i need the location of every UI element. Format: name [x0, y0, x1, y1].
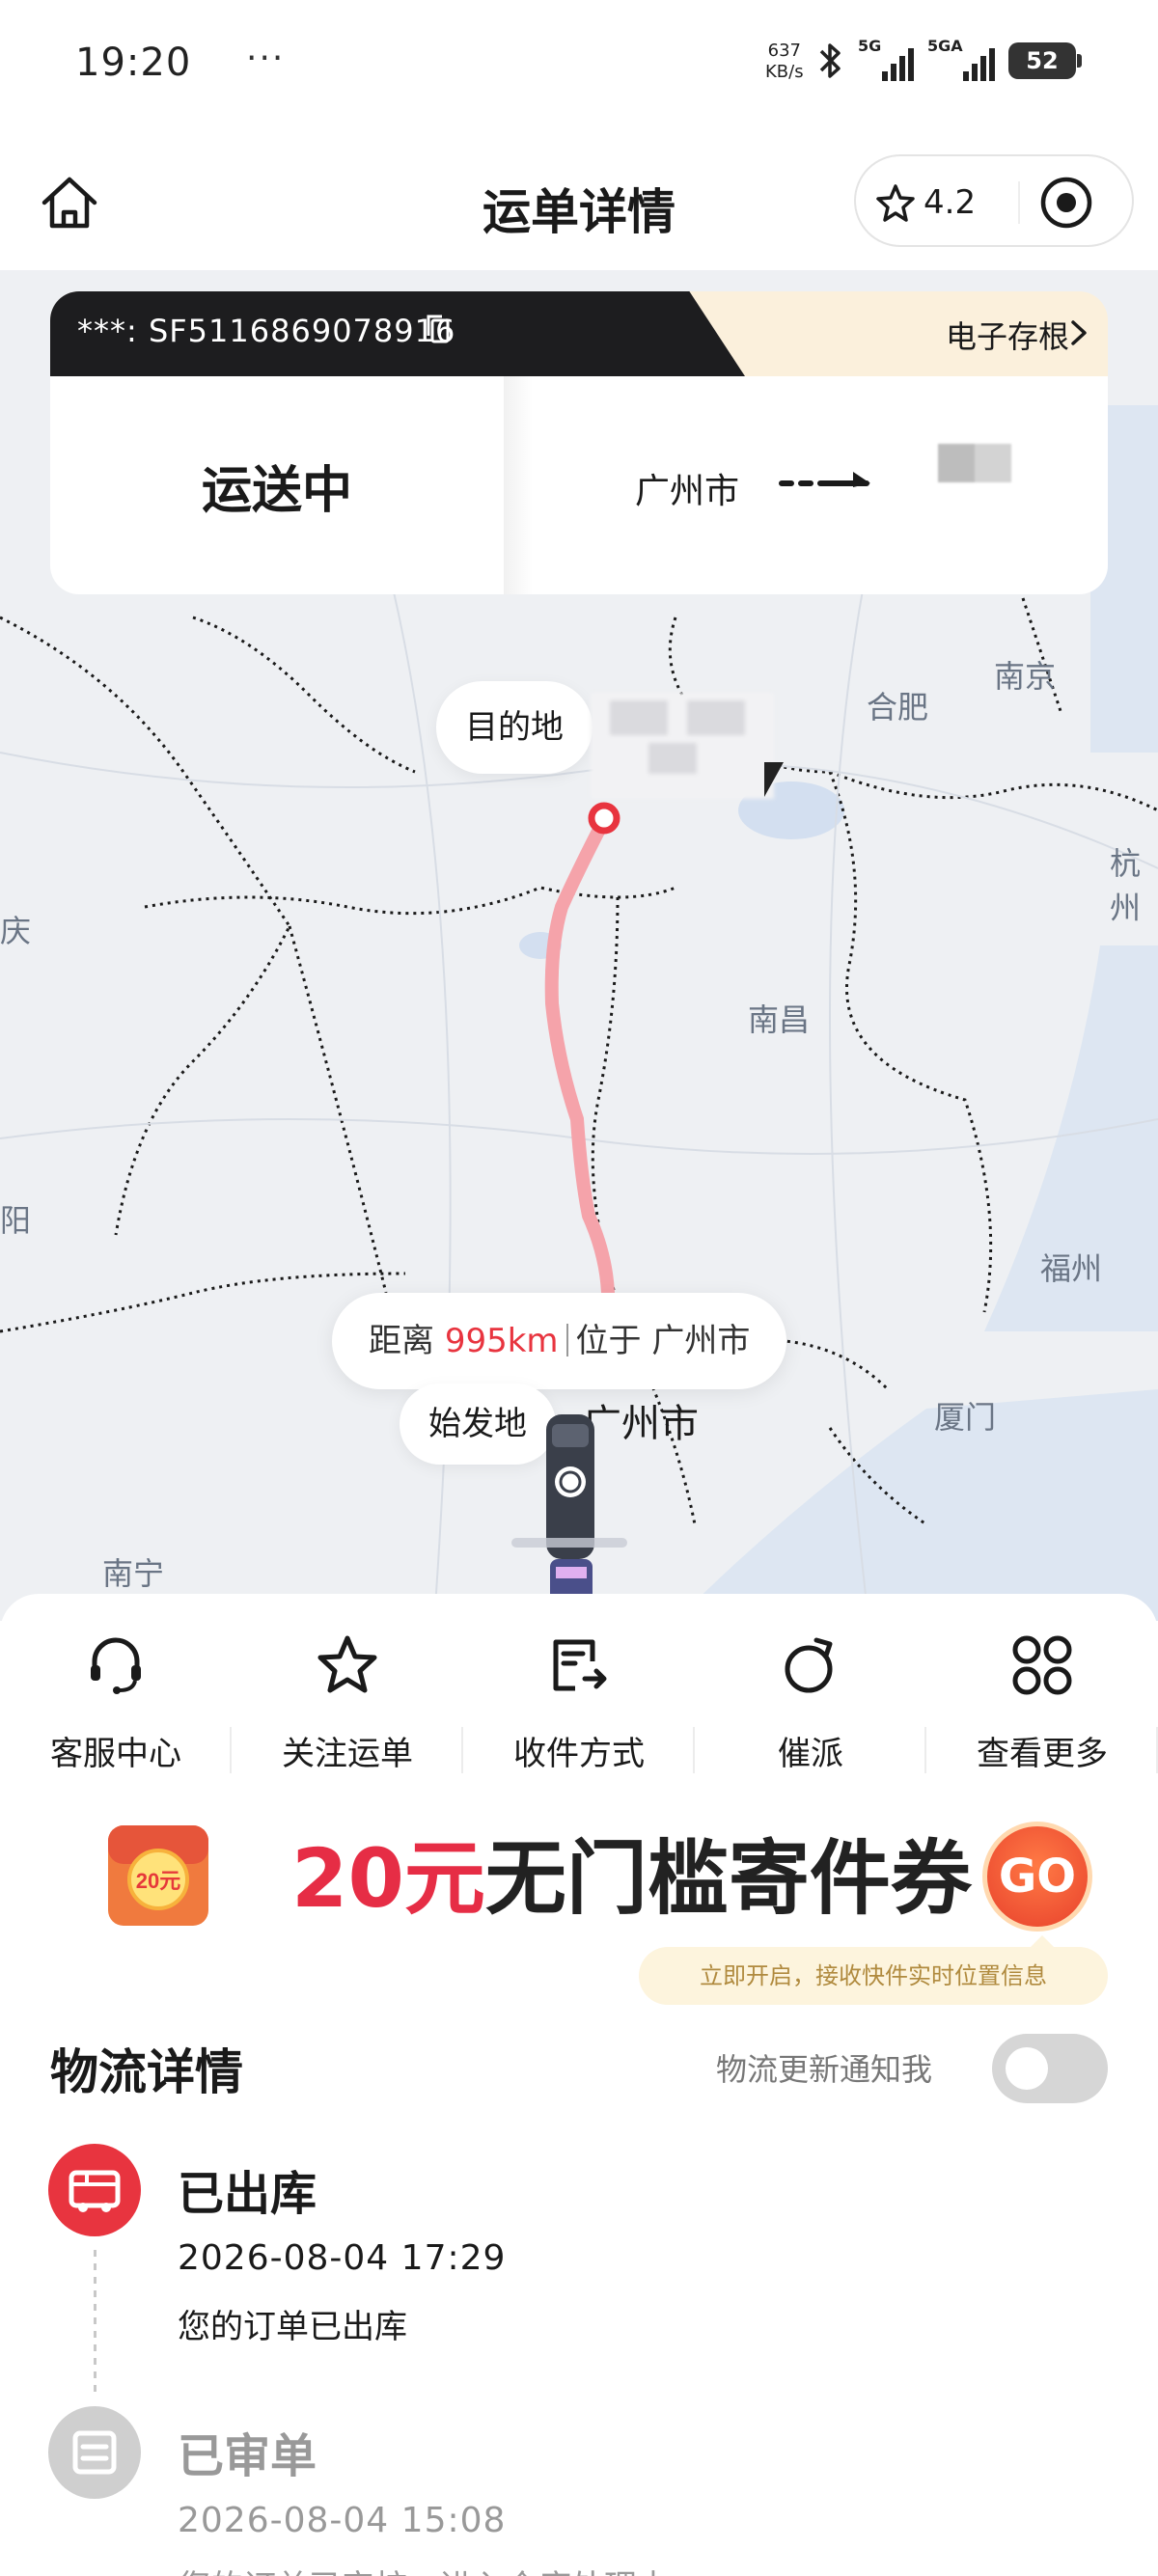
destination-marker-tail [764, 762, 784, 797]
coupon-icon: 20元 [108, 1825, 208, 1926]
card-divider [504, 376, 533, 594]
action-label: 查看更多 [977, 1735, 1108, 1773]
notify-tooltip: 立即开启，接收快件实时位置信息 [639, 1935, 1108, 2005]
distance-bubble: 距离 995km 位于 广州市 [332, 1293, 787, 1389]
courier-truck-icon [511, 1414, 627, 1603]
distance-value: 995km [444, 1322, 559, 1360]
star-icon [317, 1635, 377, 1693]
electronic-stub-link[interactable]: 电子存根 [946, 313, 1069, 357]
action-label: 收件方式 [513, 1735, 645, 1773]
destination-label: 目的地 [436, 681, 593, 774]
document-icon [72, 2430, 117, 2475]
distance-prefix: 距离 [369, 1322, 434, 1360]
shipment-status: 运送中 [201, 461, 352, 520]
timeline-connector [94, 2250, 96, 2395]
headset-icon [91, 1637, 141, 1694]
delivery-method-button[interactable]: 收件方式 [463, 1632, 695, 1787]
event-time: 2026-08-04 15:08 [178, 2501, 507, 2540]
truck-icon [69, 2170, 121, 2212]
follow-waybill-button[interactable]: 关注运单 [232, 1632, 463, 1787]
event-description: 您的订单已审核，进入仓库处理中 [178, 2561, 670, 2576]
route-arrow-icon [779, 472, 870, 487]
origin-city: 广州市 [635, 472, 740, 511]
view-more-button[interactable]: 查看更多 [926, 1632, 1158, 1787]
event-time: 2026-08-04 17:29 [178, 2238, 507, 2278]
waybill-body: 运送中 广州市 [50, 376, 1108, 594]
go-button[interactable]: GO [982, 1822, 1092, 1932]
more-grid-icon [1012, 1635, 1072, 1695]
action-label: 关注运单 [282, 1735, 413, 1773]
timeline-node-active [48, 2144, 141, 2236]
bottom-sheet: 客服中心 关注运单 收件方式 催派 查看更多 20元 20元无门槛寄件券 GO … [0, 1594, 1158, 2576]
coupon-badge-text: 20元 [136, 1869, 180, 1893]
timer-icon [785, 1637, 833, 1693]
chevron-right-icon [1071, 320, 1087, 345]
coupon-description: 无门槛寄件券 [484, 1831, 972, 1926]
event-status: 已审单 [178, 2429, 317, 2483]
destination-name-redacted [591, 693, 774, 799]
coupon-amount: 20元 [291, 1831, 485, 1926]
action-label: 客服中心 [50, 1735, 181, 1773]
waybill-number-bar: ***: SF5116869078916 [50, 291, 745, 376]
coupon-text: 20元无门槛寄件券 [291, 1825, 972, 1932]
customer-service-button[interactable]: 客服中心 [0, 1632, 232, 1787]
action-label: 催派 [778, 1735, 843, 1773]
destination-pin-icon [588, 802, 620, 835]
delivery-method-icon [553, 1639, 607, 1691]
timeline-node-past [48, 2406, 141, 2499]
urge-delivery-button[interactable]: 催派 [695, 1632, 926, 1787]
notify-label: 物流更新通知我 [716, 2051, 933, 2088]
location-city: 广州市 [651, 1322, 751, 1360]
location-prefix: 位于 [575, 1322, 642, 1360]
copy-icon[interactable] [425, 313, 452, 347]
waybill-number: ***: SF5116869078916 [77, 313, 456, 349]
waybill-header: ***: SF5116869078916 电子存根 [50, 291, 1108, 376]
route-line [544, 802, 620, 1300]
waybill-card: ***: SF5116869078916 电子存根 运送中 广州市 [50, 291, 1108, 594]
distance-separator [565, 1324, 568, 1357]
event-status: 已出库 [178, 2167, 317, 2221]
event-description: 您的订单已出库 [178, 2308, 407, 2346]
logistics-title: 物流详情 [50, 2044, 243, 2100]
logistics-timeline: 已出库 2026-08-04 17:29 您的订单已出库 已审单 2026-08… [0, 2144, 1158, 2576]
action-bar: 客服中心 关注运单 收件方式 催派 查看更多 [0, 1632, 1158, 1787]
toggle-knob [1006, 2047, 1048, 2090]
destination-city-redacted [938, 444, 1011, 482]
notify-toggle[interactable] [992, 2034, 1108, 2103]
coupon-banner[interactable]: 20元 20元无门槛寄件券 GO [0, 1802, 1158, 1947]
